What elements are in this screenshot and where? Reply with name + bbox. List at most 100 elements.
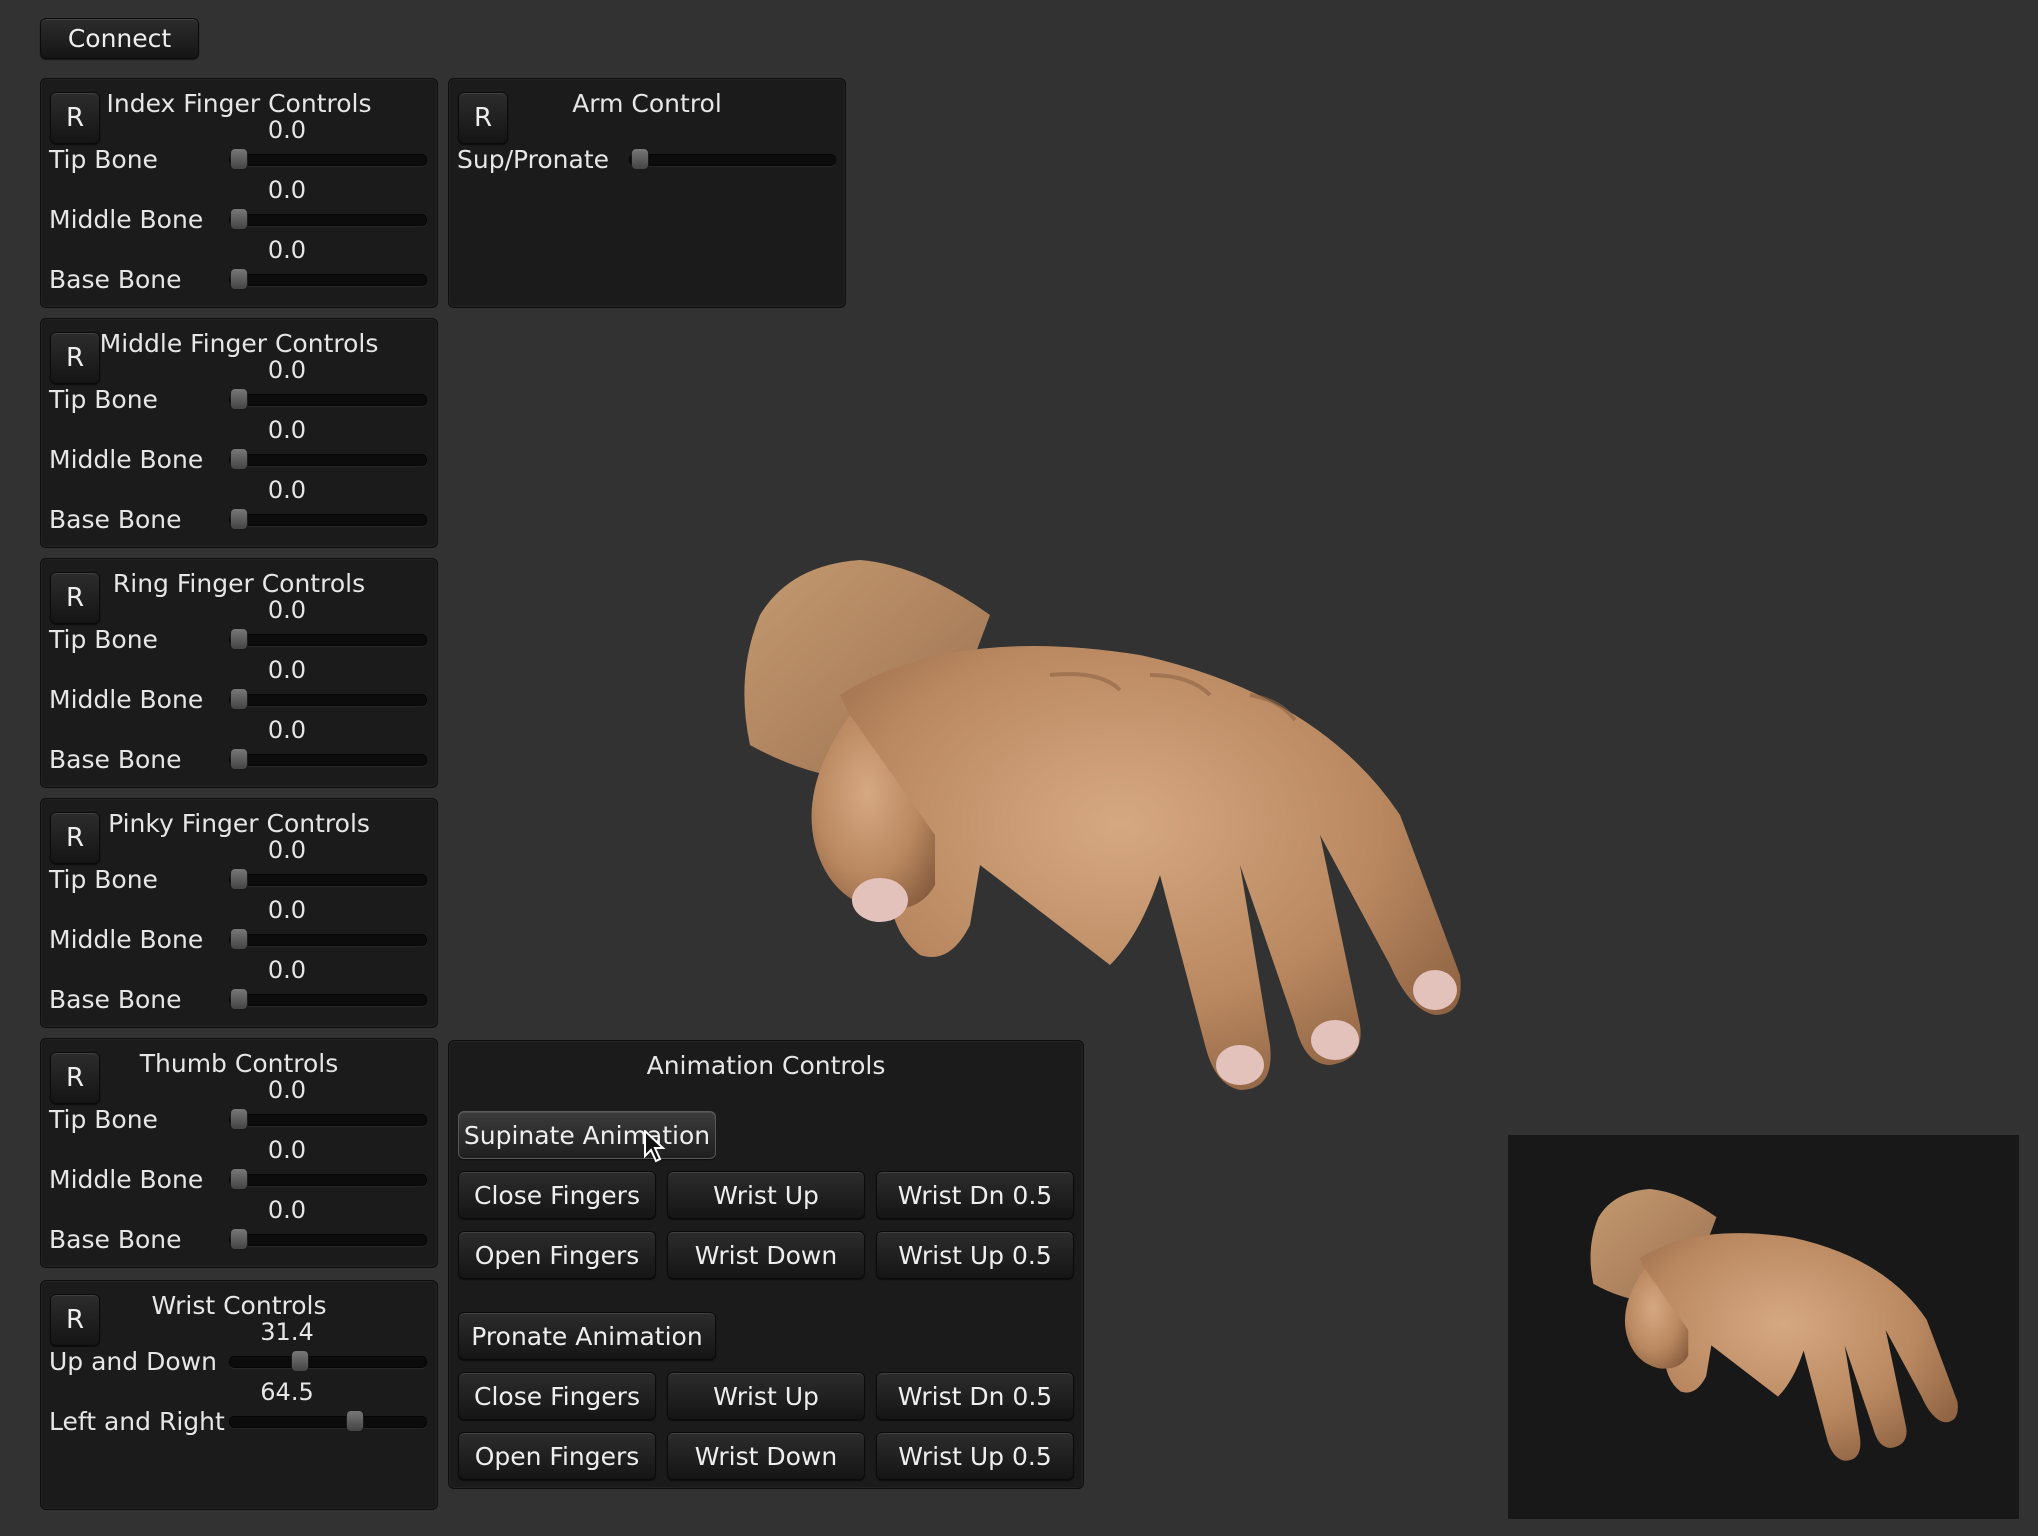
up-and-down-slider[interactable] xyxy=(229,1350,427,1372)
slider-thumb[interactable] xyxy=(230,868,248,890)
slider-thumb[interactable] xyxy=(230,1228,248,1250)
tip-bone-label: Tip Bone xyxy=(49,145,158,174)
base-bone-label: Base Bone xyxy=(49,1225,182,1254)
tip-bone-slider[interactable] xyxy=(229,1108,427,1130)
pinky-controls-title: Pinky Finger Controls xyxy=(108,809,370,838)
slider-thumb[interactable] xyxy=(230,748,248,770)
slider-thumb[interactable] xyxy=(290,1350,309,1372)
middle-bone-slider[interactable] xyxy=(229,928,427,950)
left-and-right-value: 64.5 xyxy=(260,1378,314,1406)
tip-bone-label: Tip Bone xyxy=(49,1105,158,1134)
supinate-wrist-down-button[interactable]: Wrist Down xyxy=(667,1231,865,1279)
middle-bone-value: 0.0 xyxy=(267,896,307,924)
tip-bone-slider[interactable] xyxy=(229,148,427,170)
wrist-controls-panel: Wrist Controls R 31.4 Up and Down 64.5 Left a… xyxy=(40,1280,438,1510)
arm-reset-button[interactable]: R xyxy=(458,92,508,144)
middle-bone-label: Middle Bone xyxy=(49,205,204,234)
base-bone-slider[interactable] xyxy=(229,988,427,1010)
slider-thumb[interactable] xyxy=(230,448,248,470)
pronate-wrist-up-button[interactable]: Wrist Up xyxy=(667,1372,865,1420)
slider-thumb[interactable] xyxy=(230,688,248,710)
mouse-cursor-icon xyxy=(644,1130,666,1163)
middle-bone-value: 0.0 xyxy=(267,1136,307,1164)
slider-thumb[interactable] xyxy=(230,1168,248,1190)
slider-thumb[interactable] xyxy=(230,988,248,1010)
middle-bone-slider[interactable] xyxy=(229,208,427,230)
hand-3d-model xyxy=(744,560,1461,1090)
pinky-controls-panel: Pinky Finger Controls R 0.0 Tip Bone 0.0 Midd… xyxy=(40,798,438,1028)
pronate-wrist-up-0-5-button[interactable]: Wrist Up 0.5 xyxy=(876,1432,1074,1480)
middle-controls-panel: Middle Finger Controls R 0.0 Tip Bone 0.0 Mid… xyxy=(40,318,438,548)
base-bone-slider[interactable] xyxy=(229,268,427,290)
slider-thumb[interactable] xyxy=(230,1108,248,1130)
left-and-right-label: Left and Right xyxy=(49,1407,225,1436)
pronate-close-fingers-button[interactable]: Close Fingers xyxy=(458,1372,656,1420)
base-bone-value: 0.0 xyxy=(267,1196,307,1224)
middle-bone-label: Middle Bone xyxy=(49,1165,204,1194)
slider-thumb[interactable] xyxy=(230,268,248,290)
slider-thumb[interactable] xyxy=(230,208,248,230)
middle-bone-label: Middle Bone xyxy=(49,445,204,474)
pronate-wrist-down-button[interactable]: Wrist Down xyxy=(667,1432,865,1480)
pronate-open-fingers-button[interactable]: Open Fingers xyxy=(458,1432,656,1480)
base-bone-value: 0.0 xyxy=(267,236,307,264)
arm-control-panel: Arm Control R Sup/Pronate xyxy=(448,78,846,308)
tip-bone-value: 0.0 xyxy=(267,1076,307,1104)
slider-thumb[interactable] xyxy=(230,928,248,950)
middle-bone-label: Middle Bone xyxy=(49,685,204,714)
ring-reset-button[interactable]: R xyxy=(50,572,100,624)
index-controls-panel: Index Finger Controls R 0.0 Tip Bone 0.0 Midd… xyxy=(40,78,438,308)
pinky-reset-button[interactable]: R xyxy=(50,812,100,864)
middle-bone-value: 0.0 xyxy=(267,416,307,444)
thumb-reset-button[interactable]: R xyxy=(50,1052,100,1104)
thumb-controls-title: Thumb Controls xyxy=(139,1049,339,1078)
base-bone-value: 0.0 xyxy=(267,476,307,504)
slider-thumb[interactable] xyxy=(230,388,248,410)
connect-button[interactable]: Connect xyxy=(40,18,199,59)
pronate-animation-button[interactable]: Pronate Animation xyxy=(458,1312,716,1360)
supinate-wrist-up-0-5-button[interactable]: Wrist Up 0.5 xyxy=(876,1231,1074,1279)
index-reset-button[interactable]: R xyxy=(50,92,100,144)
tip-bone-slider[interactable] xyxy=(229,628,427,650)
up-and-down-value: 31.4 xyxy=(260,1318,314,1346)
base-bone-value: 0.0 xyxy=(267,716,307,744)
supinate-wrist-up-button[interactable]: Wrist Up xyxy=(667,1171,865,1219)
left-and-right-slider[interactable] xyxy=(229,1410,427,1432)
base-bone-label: Base Bone xyxy=(49,505,182,534)
pronate-wrist-dn-0-5-button[interactable]: Wrist Dn 0.5 xyxy=(876,1372,1074,1420)
base-bone-label: Base Bone xyxy=(49,985,182,1014)
slider-thumb[interactable] xyxy=(230,628,248,650)
middle-bone-slider[interactable] xyxy=(229,1168,427,1190)
base-bone-slider[interactable] xyxy=(229,508,427,530)
supinate-wrist-dn-0-5-button[interactable]: Wrist Dn 0.5 xyxy=(876,1171,1074,1219)
base-bone-label: Base Bone xyxy=(49,265,182,294)
tip-bone-label: Tip Bone xyxy=(49,865,158,894)
middle-reset-button[interactable]: R xyxy=(50,332,100,384)
slider-thumb[interactable] xyxy=(631,148,649,170)
middle-bone-label: Middle Bone xyxy=(49,925,204,954)
supinate-open-fingers-button[interactable]: Open Fingers xyxy=(458,1231,656,1279)
middle-bone-slider[interactable] xyxy=(229,448,427,470)
sup-pronate-slider[interactable] xyxy=(629,148,836,170)
slider-thumb[interactable] xyxy=(230,508,248,530)
hand-preview-model xyxy=(1590,1188,1958,1461)
up-and-down-label: Up and Down xyxy=(49,1347,217,1376)
middle-bone-value: 0.0 xyxy=(267,656,307,684)
preview-viewport xyxy=(1508,1135,2019,1519)
middle-controls-title: Middle Finger Controls xyxy=(99,329,379,358)
slider-thumb[interactable] xyxy=(345,1410,364,1432)
base-bone-value: 0.0 xyxy=(267,956,307,984)
wrist-reset-button[interactable]: R xyxy=(50,1294,100,1346)
base-bone-slider[interactable] xyxy=(229,748,427,770)
middle-bone-value: 0.0 xyxy=(267,176,307,204)
tip-bone-slider[interactable] xyxy=(229,388,427,410)
supinate-animation-button[interactable]: Supinate Animation xyxy=(458,1111,716,1159)
tip-bone-label: Tip Bone xyxy=(49,625,158,654)
thumb-controls-panel: Thumb Controls R 0.0 Tip Bone 0.0 Middle Bone… xyxy=(40,1038,438,1268)
slider-thumb[interactable] xyxy=(230,148,248,170)
tip-bone-slider[interactable] xyxy=(229,868,427,890)
middle-bone-slider[interactable] xyxy=(229,688,427,710)
supinate-close-fingers-button[interactable]: Close Fingers xyxy=(458,1171,656,1219)
base-bone-slider[interactable] xyxy=(229,1228,427,1250)
base-bone-label: Base Bone xyxy=(49,745,182,774)
